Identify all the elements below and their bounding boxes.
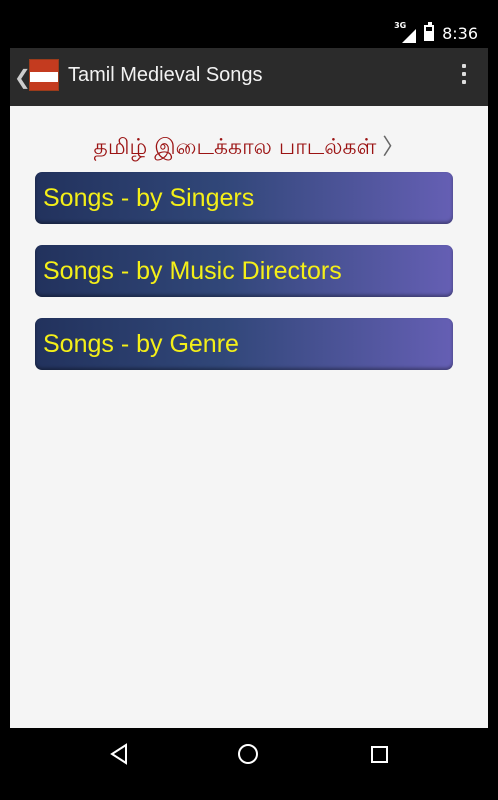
songs-by-music-directors-button[interactable]: Songs - by Music Directors bbox=[35, 245, 453, 297]
status-time: 8:36 bbox=[442, 23, 478, 43]
action-bar: ❮ Tamil Medieval Songs bbox=[10, 48, 488, 106]
overflow-menu-icon[interactable] bbox=[462, 64, 466, 88]
tamil-heading-text: தமிழ் இடைக்கால பாடல்கள் bbox=[93, 135, 377, 160]
tamil-heading: தமிழ் இடைக்கால பாடல்கள் 〉 bbox=[10, 129, 488, 163]
chevron-right-icon: 〉 bbox=[382, 135, 405, 160]
navigation-bar bbox=[10, 728, 488, 780]
status-bar: 3G 8:36 bbox=[10, 20, 488, 48]
songs-by-music-directors-label: Songs - by Music Directors bbox=[43, 257, 342, 285]
songs-by-genre-button[interactable]: Songs - by Genre bbox=[35, 318, 453, 370]
recent-apps-icon[interactable] bbox=[371, 746, 388, 763]
status-icons: 3G 8:36 bbox=[394, 21, 478, 43]
app-title: Tamil Medieval Songs bbox=[68, 64, 263, 86]
app-logo-icon bbox=[29, 59, 59, 91]
songs-by-genre-label: Songs - by Genre bbox=[43, 330, 239, 358]
network-signal-icon: 3G bbox=[394, 21, 417, 43]
battery-icon bbox=[424, 22, 435, 41]
songs-by-singers-button[interactable]: Songs - by Singers bbox=[35, 172, 453, 224]
main-content: தமிழ் இடைக்கால பாடல்கள் 〉 Songs - by Sing… bbox=[10, 106, 488, 728]
songs-by-singers-label: Songs - by Singers bbox=[43, 184, 255, 212]
home-icon[interactable] bbox=[238, 744, 258, 764]
back-icon[interactable] bbox=[109, 743, 129, 769]
